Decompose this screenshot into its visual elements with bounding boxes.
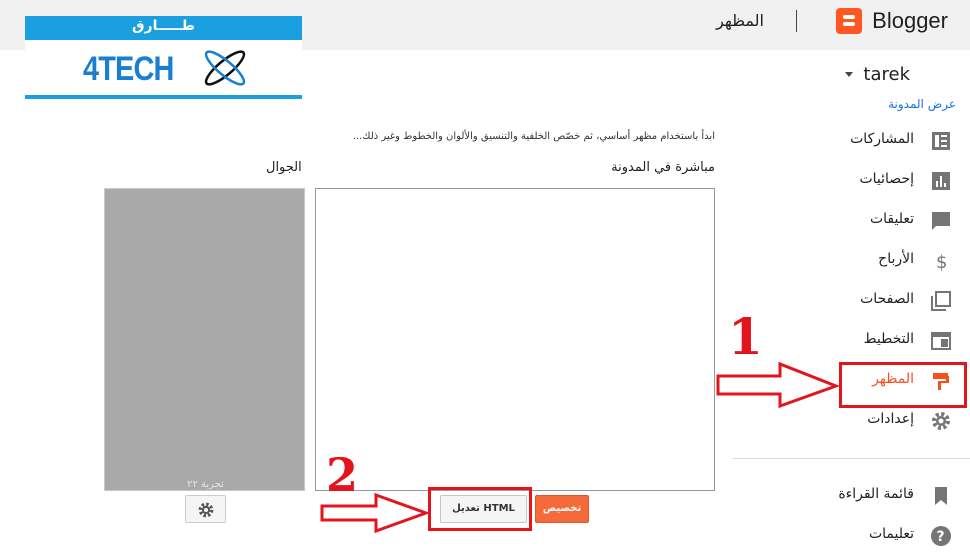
page-title: المظهر (716, 11, 764, 30)
blogger-logo-icon (836, 8, 863, 34)
annotation-marker-1: 1 (728, 307, 763, 366)
sidebar-item-posts[interactable]: المشاركات (730, 120, 970, 160)
sidebar-divider (732, 458, 970, 459)
watermark-logo-text: 4TECH (83, 50, 174, 88)
watermark-top-text: طـــــارق (132, 18, 195, 34)
sidebar-item-label: تعليمات (868, 526, 914, 542)
header-divider (796, 10, 797, 32)
mobile-settings-button[interactable] (185, 495, 226, 523)
sidebar-item-label: الصفحات (860, 291, 914, 307)
blog-name: tarek (863, 64, 910, 85)
chevron-down-icon (845, 72, 854, 77)
brand[interactable]: Blogger (836, 6, 948, 36)
sidebar-item-stats[interactable]: إحصائيات (730, 160, 970, 200)
live-preview-title: مباشرة في المدونة (611, 160, 715, 175)
annotation-highlight-edit-html (428, 487, 532, 531)
help-icon: ? (931, 526, 951, 546)
annotation-marker-2: 2 (326, 448, 359, 502)
annotation-arrow-icon (716, 361, 840, 408)
intro-text: ابدأ باستخدام مظهر أساسي، ثم خصّص الخلفي… (352, 131, 715, 142)
customize-button[interactable]: تخصيص (535, 495, 589, 523)
view-blog-link[interactable]: عرض المدونة (888, 97, 956, 111)
reading-list-icon (935, 487, 947, 505)
watermark-bottom-bar (25, 95, 302, 99)
stats-icon (932, 172, 950, 190)
sidebar-item-label: المشاركات (850, 131, 914, 147)
svg-text:$: $ (936, 252, 947, 272)
pages-icon (931, 291, 951, 311)
sidebar-item-reading-list[interactable]: قائمة القراءة (730, 475, 970, 515)
sidebar-item-comments[interactable]: تعليقات (730, 200, 970, 240)
sidebar-item-label: قائمة القراءة (838, 486, 914, 502)
svg-text:?: ? (937, 529, 945, 545)
annotation-highlight-theme (839, 362, 967, 408)
sidebar-item-help[interactable]: ? تعليمات (730, 515, 970, 555)
mobile-preview-caption: تجربة ٢٢ (187, 479, 224, 490)
comments-icon (932, 212, 950, 230)
brand-name: Blogger (872, 8, 948, 33)
mobile-preview-thumbnail[interactable]: تجربة ٢٢ (104, 188, 305, 491)
sidebar-item-label: التخطيط (863, 331, 914, 347)
blog-selector[interactable]: tarek (845, 64, 910, 85)
atom-icon (204, 50, 246, 86)
watermark-logo: طـــــارق 4TECH (25, 16, 302, 100)
sidebar-item-label: إحصائيات (859, 171, 914, 187)
earnings-icon: $ (936, 252, 947, 272)
settings-icon (932, 412, 950, 430)
gear-icon (198, 502, 214, 518)
sidebar-item-label: إعدادات (867, 411, 914, 427)
layout-icon (931, 332, 951, 350)
sidebar-item-layout[interactable]: التخطيط (730, 320, 970, 360)
sidebar-item-label: تعليقات (869, 211, 914, 227)
posts-icon (932, 132, 950, 150)
sidebar-item-pages[interactable]: الصفحات (730, 280, 970, 320)
sidebar-item-earnings[interactable]: $ الأرباح (730, 240, 970, 280)
mobile-preview-title: الجوال (266, 160, 302, 175)
sidebar-item-label: الأرباح (878, 251, 914, 267)
live-preview-thumbnail[interactable] (315, 188, 715, 491)
